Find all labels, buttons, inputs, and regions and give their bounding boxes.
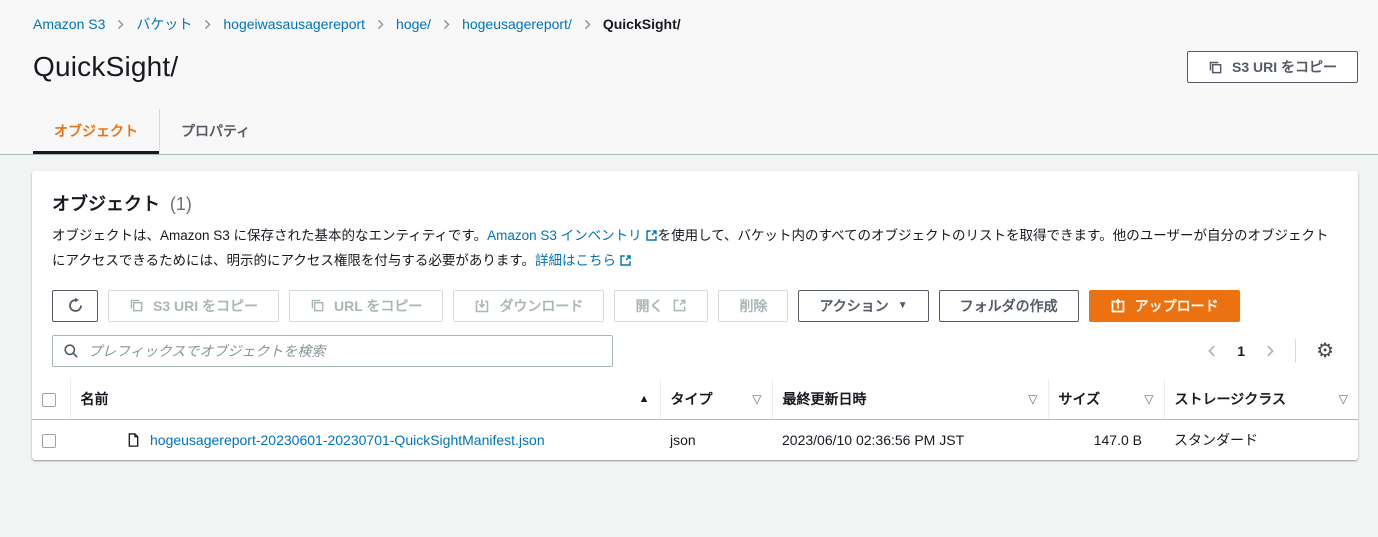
page-header-area: Amazon S3 バケット hogeiwasausagereport hoge… [0, 0, 1378, 155]
description-text-1: オブジェクトは、Amazon S3 に保存された基本的なエンティティです。 [52, 228, 488, 243]
open-label: 開く [635, 297, 664, 314]
copy-url-button[interactable]: URL をコピー [289, 289, 444, 322]
tab-bar: オブジェクト プロパティ [0, 109, 1378, 155]
inventory-link[interactable]: Amazon S3 インベントリ [487, 228, 658, 243]
chevron-right-icon [441, 19, 452, 30]
object-link[interactable]: hogeusagereport-20230601-20230701-QuickS… [150, 432, 545, 448]
breadcrumb-amazon-s3[interactable]: Amazon S3 [33, 16, 105, 32]
file-icon [126, 432, 141, 448]
breadcrumb-folder-hogeusagereport[interactable]: hogeusagereport/ [462, 16, 572, 32]
column-header-size[interactable]: サイズ ▽ [1047, 378, 1164, 420]
copy-url-label: URL をコピー [334, 297, 423, 314]
breadcrumb-buckets[interactable]: バケット [136, 14, 192, 34]
sort-ascending-icon: ▲ [638, 392, 650, 405]
copy-icon [1208, 60, 1223, 75]
row-checkbox[interactable] [42, 434, 56, 449]
upload-label: アップロード [1134, 297, 1219, 314]
object-search [52, 334, 613, 367]
next-page-button[interactable] [1257, 340, 1283, 362]
external-link-icon [619, 252, 632, 275]
copy-s3-uri-label: S3 URI をコピー [153, 297, 259, 314]
pagination-divider [1295, 338, 1297, 363]
column-storage-class-label: ストレージクラス [1174, 390, 1286, 407]
upload-icon [1110, 298, 1126, 314]
current-page-button[interactable]: 1 [1229, 339, 1253, 363]
tab-properties[interactable]: プロパティ [159, 109, 271, 154]
actions-label: アクション [819, 297, 889, 314]
panel-title: オブジェクト [52, 194, 160, 214]
table-header-row: 名前 ▲ タイプ ▽ 最終更新日時 ▽ サイズ ▽ ストレージクラス ▽ [32, 378, 1358, 420]
column-last-modified-label: 最終更新日時 [782, 390, 867, 407]
refresh-button[interactable] [52, 289, 98, 322]
create-folder-label: フォルダの作成 [959, 297, 1058, 314]
copy-s3-uri-header-button[interactable]: S3 URI をコピー [1186, 51, 1358, 83]
column-type-label: タイプ [670, 390, 713, 407]
object-last-modified-cell: 2023/06/10 02:36:56 PM JST [782, 431, 965, 448]
panel-description: オブジェクトは、Amazon S3 に保存された基本的なエンティティです。Ama… [52, 225, 1338, 275]
chevron-right-icon [375, 19, 386, 30]
copy-icon [310, 298, 325, 313]
select-all-checkbox[interactable] [42, 393, 56, 408]
tab-objects[interactable]: オブジェクト [33, 109, 159, 154]
object-count-badge: (1) [169, 194, 192, 214]
chevron-right-icon [582, 19, 593, 30]
page-title: QuickSight/ [33, 51, 179, 82]
column-size-label: サイズ [1058, 390, 1101, 407]
inventory-link-label: Amazon S3 インベントリ [487, 228, 642, 243]
download-button[interactable]: ダウンロード [453, 289, 605, 322]
row-select-cell [32, 419, 70, 460]
delete-button[interactable]: 削除 [718, 289, 789, 322]
copy-icon [129, 298, 144, 313]
sort-icon: ▽ [1144, 391, 1154, 406]
objects-toolbar: S3 URI をコピー URL をコピー ダウンロード 開く 削除 アクション … [32, 289, 1358, 322]
object-size-cell: 147.0 B [1093, 431, 1142, 448]
search-input[interactable] [88, 342, 602, 359]
column-header-name[interactable]: 名前 ▲ [69, 378, 660, 420]
open-button[interactable]: 開く [614, 289, 709, 322]
object-type-cell: json [670, 431, 696, 448]
object-name-cell: hogeusagereport-20230601-20230701-QuickS… [70, 419, 660, 460]
chevron-right-icon [115, 19, 126, 30]
gear-icon[interactable]: ⚙ [1312, 341, 1338, 361]
object-storage-class-cell: スタンダード [1174, 431, 1258, 448]
search-icon [63, 343, 79, 359]
upload-button[interactable]: アップロード [1088, 289, 1240, 322]
chevron-right-icon [202, 19, 213, 30]
delete-label: 削除 [739, 297, 768, 314]
caret-down-icon: ▼ [897, 299, 908, 311]
column-header-type[interactable]: タイプ ▽ [659, 378, 772, 420]
breadcrumb-bucket-name[interactable]: hogeiwasausagereport [223, 16, 365, 32]
learn-more-link[interactable]: 詳細はこちら [535, 253, 632, 268]
external-link-icon [672, 298, 687, 313]
download-label: ダウンロード [499, 297, 584, 314]
learn-more-link-label: 詳細はこちら [535, 252, 617, 268]
copy-s3-uri-button[interactable]: S3 URI をコピー [108, 289, 280, 322]
download-icon [474, 298, 490, 314]
objects-panel: オブジェクト (1) オブジェクトは、Amazon S3 に保存された基本的なエ… [32, 171, 1358, 460]
previous-page-button[interactable] [1199, 340, 1225, 362]
pagination: 1 ⚙ [1199, 338, 1338, 363]
actions-dropdown-button[interactable]: アクション ▼ [798, 289, 929, 322]
external-link-icon [645, 227, 658, 250]
copy-s3-uri-header-label: S3 URI をコピー [1231, 59, 1337, 75]
column-header-last-modified[interactable]: 最終更新日時 ▽ [771, 378, 1048, 420]
breadcrumb-current-quicksight: QuickSight/ [602, 16, 681, 32]
objects-table: 名前 ▲ タイプ ▽ 最終更新日時 ▽ サイズ ▽ ストレージクラス ▽ hog… [32, 378, 1358, 460]
sort-icon: ▽ [752, 391, 762, 406]
column-name-label: 名前 [80, 390, 109, 407]
sort-icon: ▽ [1028, 391, 1038, 406]
column-header-storage-class[interactable]: ストレージクラス ▽ [1163, 378, 1358, 420]
select-all-header [32, 378, 70, 420]
breadcrumb-folder-hoge[interactable]: hoge/ [396, 16, 431, 32]
table-row: hogeusagereport-20230601-20230701-QuickS… [32, 419, 1358, 460]
breadcrumb: Amazon S3 バケット hogeiwasausagereport hoge… [0, 0, 1378, 34]
create-folder-button[interactable]: フォルダの作成 [938, 289, 1079, 322]
refresh-icon [67, 297, 84, 314]
sort-icon: ▽ [1338, 391, 1348, 406]
